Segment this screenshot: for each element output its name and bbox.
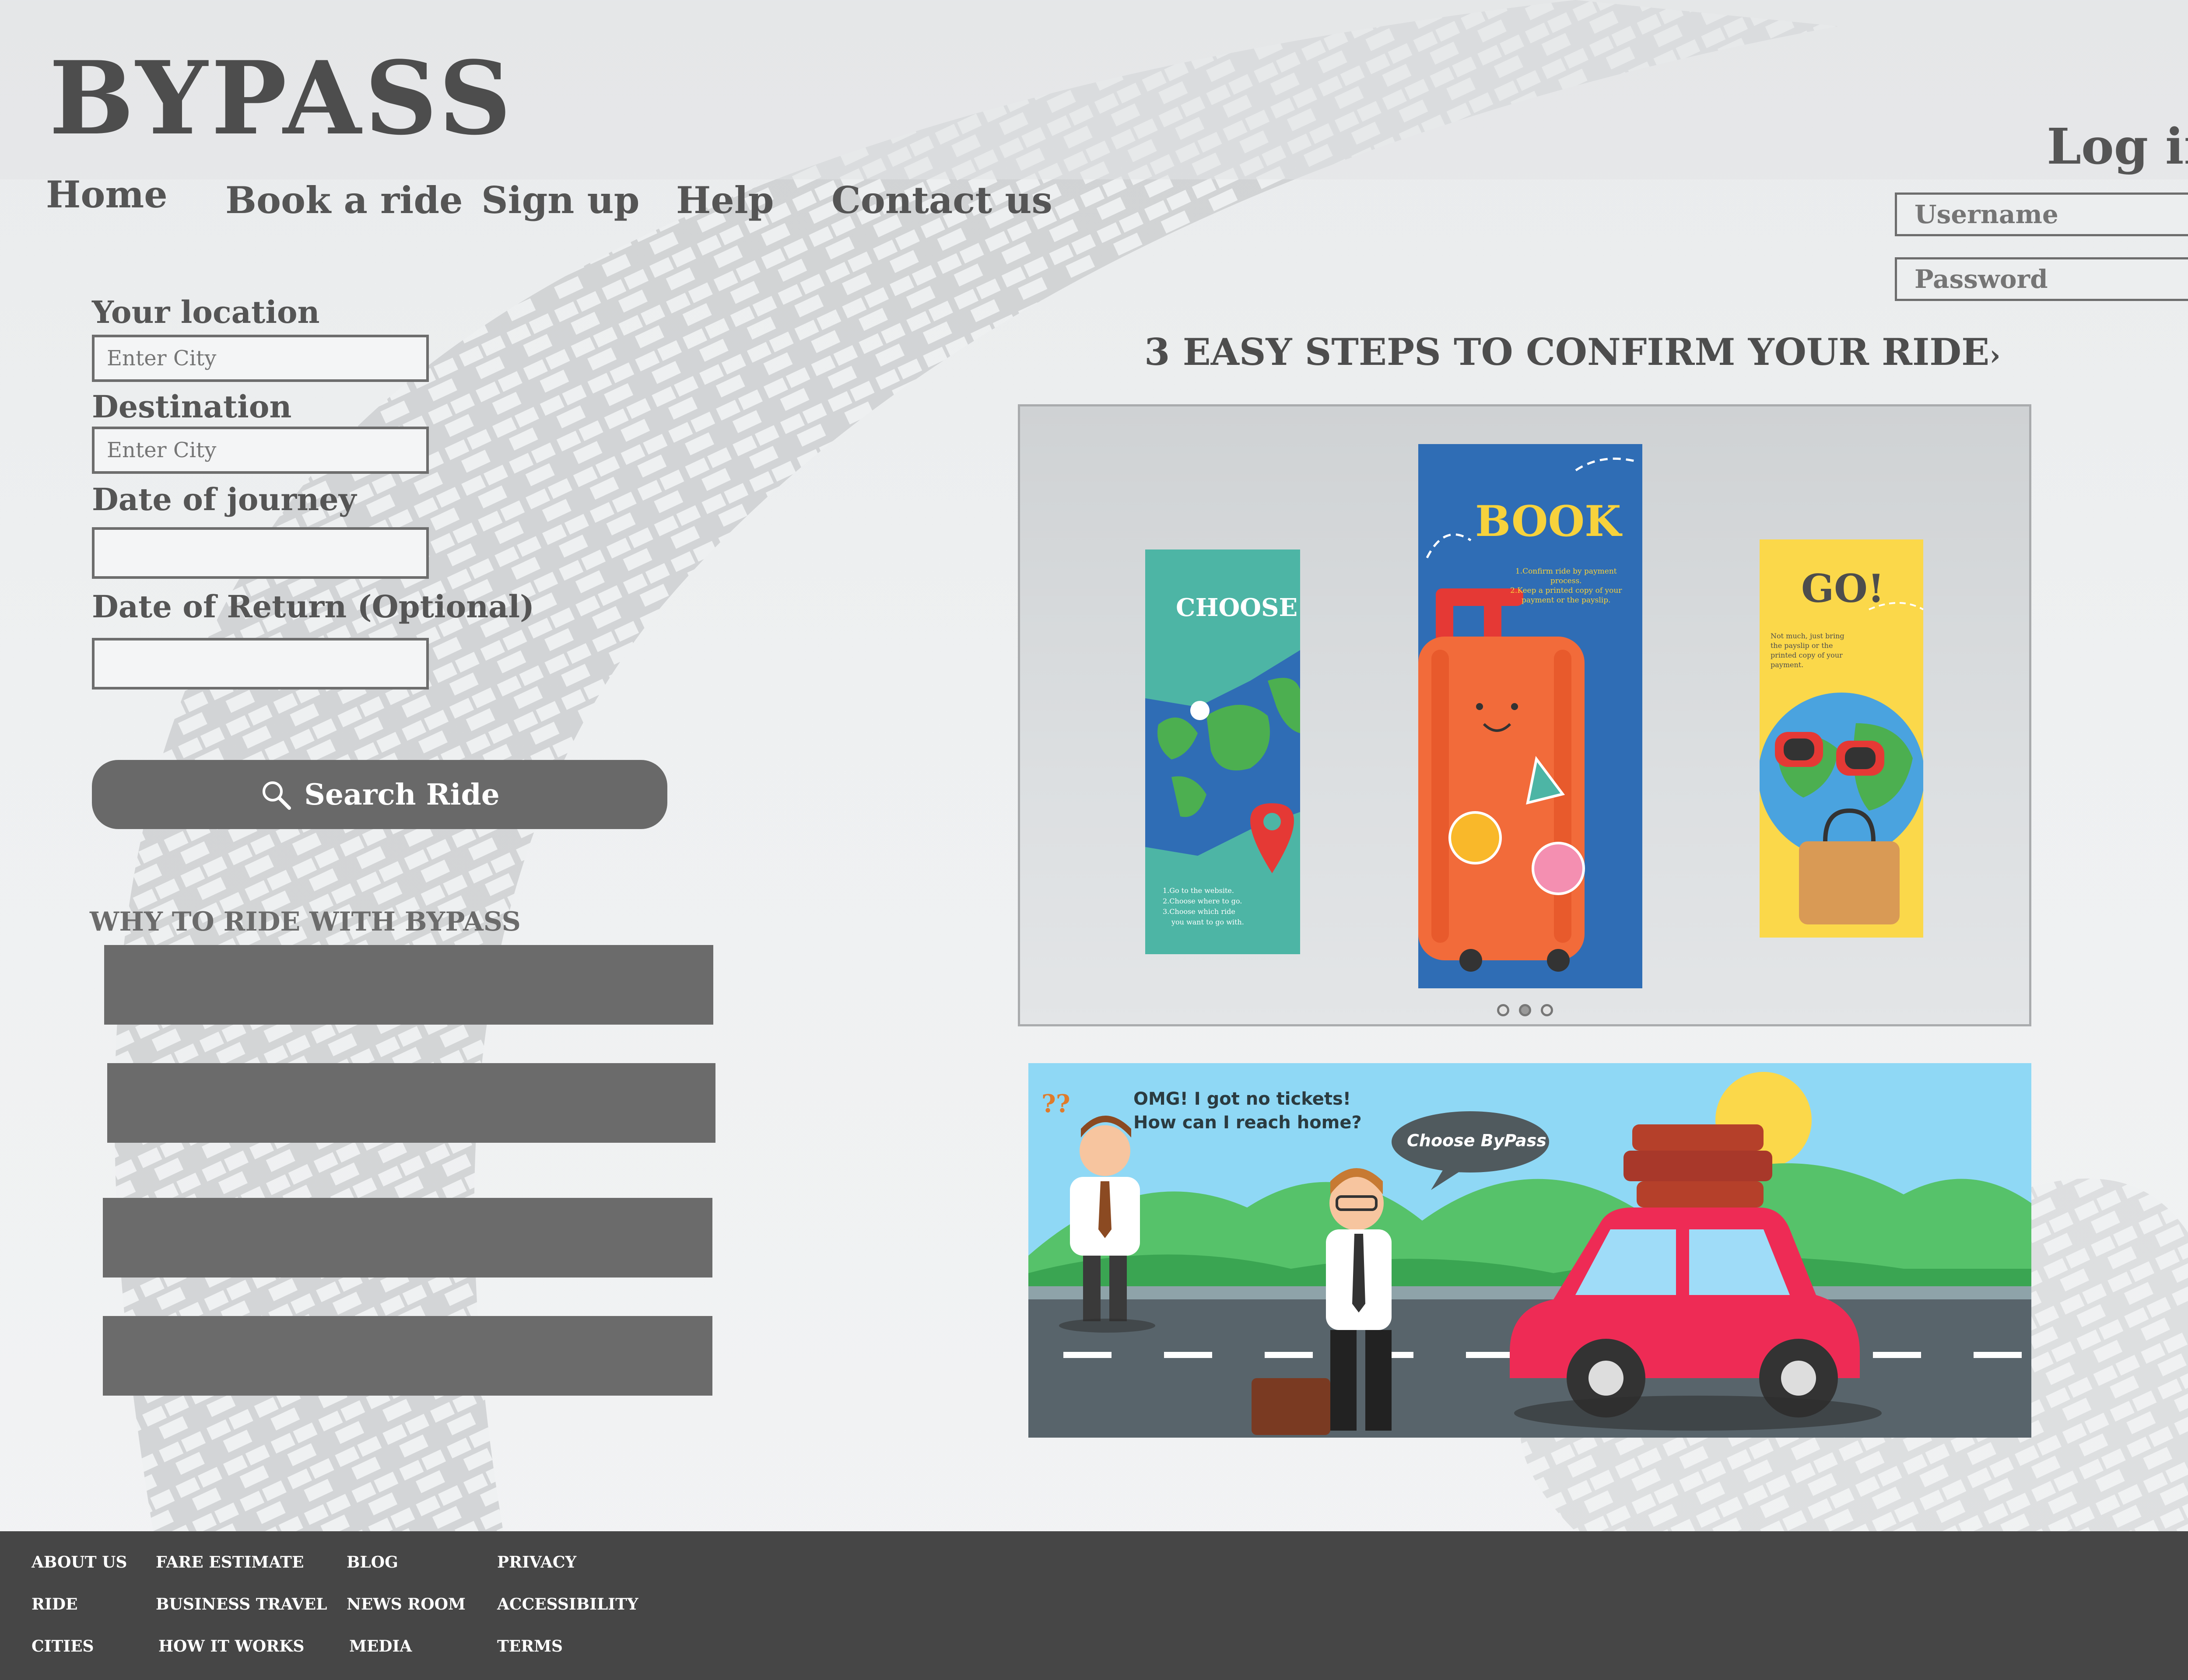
choose-line: you want to go with.: [1171, 918, 1244, 926]
carousel-dot-3[interactable]: [1541, 1004, 1553, 1016]
why-item-4[interactable]: [103, 1316, 712, 1396]
choose-line: 2.Choose where to go.: [1163, 897, 1242, 905]
footer-link-blog[interactable]: BLOG: [347, 1553, 398, 1572]
go-steps-text: Not much, just bring the payslip or the …: [1771, 631, 1844, 670]
footer-link-business-travel[interactable]: BUSINESS TRAVEL: [156, 1595, 327, 1614]
book-line: payment or the payslip.: [1521, 596, 1611, 605]
step-card-choose[interactable]: CHOOSE 1.Go to the website. 2.Choose whe…: [1145, 550, 1300, 954]
choose-steps-text: 1.Go to the website. 2.Choose where to g…: [1163, 886, 1244, 928]
location-input[interactable]: [92, 335, 429, 382]
book-line: process.: [1550, 577, 1582, 585]
choose-heading: CHOOSE: [1176, 593, 1298, 622]
nav-contact-us[interactable]: Contact us: [831, 178, 1052, 222]
why-item-2[interactable]: [107, 1063, 715, 1143]
why-item-1[interactable]: [104, 945, 713, 1025]
go-line: payment.: [1771, 661, 1804, 669]
password-input[interactable]: [1895, 257, 2188, 301]
speech-confused-line: How can I reach home?: [1133, 1113, 1362, 1133]
book-line: 2.Keep a printed copy of your: [1510, 586, 1622, 595]
nav-sign-up[interactable]: Sign up: [481, 178, 639, 222]
speech-choose-bypass: Choose ByPass: [1407, 1131, 1546, 1150]
book-line: 1.Confirm ride by payment: [1515, 567, 1617, 576]
username-input[interactable]: [1895, 192, 2188, 236]
carousel-dot-1[interactable]: [1497, 1004, 1509, 1016]
steps-title[interactable]: 3 EASY STEPS TO CONFIRM YOUR RIDE›: [1144, 330, 2001, 374]
location-label: Your location: [92, 294, 320, 330]
return-date-input[interactable]: [92, 638, 429, 690]
footer-link-ride[interactable]: RIDE: [32, 1595, 77, 1614]
footer-link-accessibility[interactable]: ACCESSIBILITY: [497, 1595, 638, 1614]
go-line: printed copy of your: [1771, 651, 1843, 659]
step-card-go[interactable]: GO! Not much, just bring the payslip or …: [1760, 539, 1923, 938]
nav-book-a-ride[interactable]: Book a ride: [225, 178, 463, 222]
footer-link-news-room[interactable]: NEWS ROOM: [347, 1595, 466, 1614]
steps-title-text: 3 EASY STEPS TO CONFIRM YOUR RIDE: [1144, 330, 1990, 374]
chevron-right-icon[interactable]: ›: [1989, 339, 2001, 372]
footer-link-how-it-works[interactable]: HOW IT WORKS: [158, 1637, 305, 1656]
speech-confused-line: OMG! I got no tickets!: [1133, 1089, 1351, 1109]
footer: ABOUT US RIDE CITIES FARE ESTIMATE BUSIN…: [0, 1531, 2188, 1680]
book-steps-text: 1.Confirm ride by payment process. 2.Kee…: [1510, 567, 1622, 605]
steps-carousel[interactable]: CHOOSE 1.Go to the website. 2.Choose whe…: [1018, 404, 2031, 1026]
step-card-book[interactable]: BOOK 1.Confirm ride by payment process. …: [1418, 444, 1642, 988]
question-marks: ??: [1041, 1089, 1070, 1118]
journey-date-input[interactable]: [92, 527, 429, 579]
destination-label: Destination: [92, 388, 292, 425]
footer-link-cities[interactable]: CITIES: [32, 1637, 94, 1656]
book-heading: BOOK: [1475, 497, 1621, 546]
brand-logo[interactable]: BYPASS: [49, 39, 515, 158]
search-ride-label: Search Ride: [304, 777, 500, 812]
speech-confused: OMG! I got no tickets! How can I reach h…: [1133, 1087, 1362, 1134]
footer-link-media[interactable]: MEDIA: [349, 1637, 412, 1656]
return-date-label: Date of Return (Optional): [92, 588, 535, 625]
footer-link-privacy[interactable]: PRIVACY: [497, 1553, 576, 1572]
choose-line: 3.Choose which ride: [1163, 907, 1235, 916]
promo-banner[interactable]: ?? OMG! I got no tickets! How can I reac…: [1028, 1063, 2031, 1438]
search-icon: [263, 781, 291, 810]
nav-help[interactable]: Help: [676, 178, 774, 222]
go-line: the payslip or the: [1771, 641, 1833, 650]
login-title: Log in: [2047, 118, 2188, 175]
journey-date-label: Date of journey: [92, 481, 357, 518]
carousel-dot-2-active[interactable]: [1519, 1004, 1531, 1016]
footer-link-fare-estimate[interactable]: FARE ESTIMATE: [156, 1553, 304, 1572]
footer-link-terms[interactable]: TERMS: [497, 1637, 563, 1656]
search-ride-button[interactable]: Search Ride: [92, 760, 667, 829]
footer-link-about-us[interactable]: ABOUT US: [32, 1553, 127, 1572]
choose-line: 1.Go to the website.: [1163, 886, 1234, 895]
go-heading: GO!: [1801, 566, 1885, 611]
nav-home[interactable]: Home: [46, 173, 168, 216]
destination-input[interactable]: [92, 427, 429, 474]
go-line: Not much, just bring: [1771, 632, 1844, 640]
why-title: WHY TO RIDE WITH BYPASS: [90, 906, 521, 937]
why-item-3[interactable]: [103, 1198, 712, 1278]
